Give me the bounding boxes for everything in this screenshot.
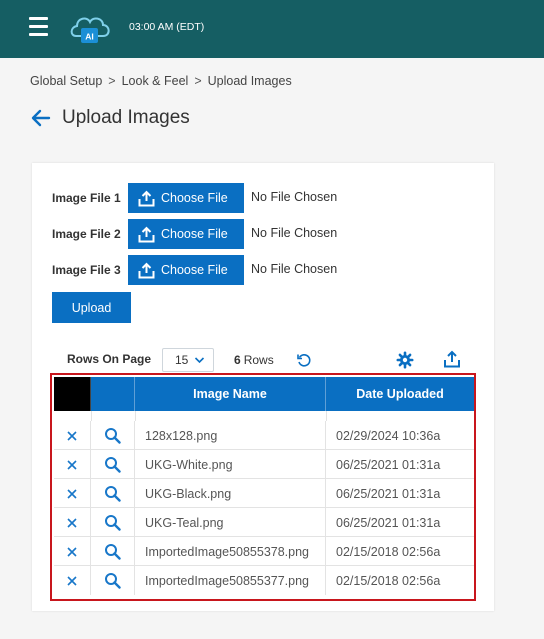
breadcrumb-item-upload-images: Upload Images bbox=[207, 74, 292, 88]
choose-file-label: Choose File bbox=[161, 263, 228, 277]
search-icon[interactable] bbox=[91, 537, 135, 566]
export-icon[interactable] bbox=[443, 350, 461, 372]
choose-file-button-1[interactable]: Choose File bbox=[128, 183, 244, 213]
search-icon[interactable] bbox=[91, 421, 135, 450]
column-header-image-name[interactable]: Image Name bbox=[135, 377, 326, 411]
rows-on-page-label: Rows On Page bbox=[67, 352, 152, 366]
search-icon[interactable] bbox=[91, 566, 135, 595]
choose-file-label: Choose File bbox=[161, 191, 228, 205]
image-name-cell: ImportedImage50855377.png bbox=[135, 566, 326, 595]
chevron-down-icon bbox=[194, 357, 205, 364]
table-row: UKG-Teal.png 06/25/2021 01:31a bbox=[54, 508, 474, 537]
table-row: ImportedImage50855377.png 02/15/2018 02:… bbox=[54, 566, 474, 595]
column-header-actions bbox=[91, 377, 135, 411]
column-header-select bbox=[54, 377, 91, 411]
row-count: 6 Rows bbox=[234, 353, 274, 367]
breadcrumb-separator: > bbox=[194, 74, 202, 88]
gear-icon[interactable] bbox=[396, 351, 414, 373]
delete-icon[interactable] bbox=[54, 421, 91, 450]
app-logo[interactable]: AI bbox=[68, 12, 112, 46]
breadcrumb-separator: > bbox=[108, 74, 116, 88]
file-status: No File Chosen bbox=[251, 262, 338, 276]
grid-body: 128x128.png 02/29/2024 10:36a UKG-White.… bbox=[54, 411, 474, 595]
logo-text: AI bbox=[85, 32, 94, 42]
breadcrumb-item-global-setup[interactable]: Global Setup bbox=[30, 74, 102, 88]
upload-icon bbox=[138, 262, 155, 278]
top-bar: AI 03:00 AM (EDT) bbox=[0, 0, 544, 58]
file-row-1: Image File 1 Choose File No File Chosen bbox=[52, 183, 472, 213]
choose-file-button-3[interactable]: Choose File bbox=[128, 255, 244, 285]
upload-button[interactable]: Upload bbox=[52, 292, 131, 323]
clock-display: 03:00 AM (EDT) bbox=[129, 21, 205, 33]
file-status: No File Chosen bbox=[251, 226, 338, 240]
breadcrumb-item-look-feel[interactable]: Look & Feel bbox=[122, 74, 189, 88]
image-name-cell: ImportedImage50855378.png bbox=[135, 537, 326, 566]
image-name-cell: UKG-White.png bbox=[135, 450, 326, 479]
search-icon[interactable] bbox=[91, 479, 135, 508]
search-icon[interactable] bbox=[91, 450, 135, 479]
page-title: Upload Images bbox=[62, 107, 190, 128]
hamburger-menu-icon[interactable] bbox=[29, 17, 48, 37]
delete-icon[interactable] bbox=[54, 566, 91, 595]
delete-icon[interactable] bbox=[54, 537, 91, 566]
table-row: UKG-Black.png 06/25/2021 01:31a bbox=[54, 479, 474, 508]
choose-file-button-2[interactable]: Choose File bbox=[128, 219, 244, 249]
date-uploaded-cell: 06/25/2021 01:31a bbox=[336, 515, 441, 530]
file-row-3: Image File 3 Choose File No File Chosen bbox=[52, 255, 472, 285]
delete-icon[interactable] bbox=[54, 479, 91, 508]
choose-file-label: Choose File bbox=[161, 227, 228, 241]
column-header-date-uploaded[interactable]: Date Uploaded bbox=[326, 377, 474, 411]
date-uploaded-cell: 02/15/2018 02:56a bbox=[336, 573, 441, 588]
file-label: Image File 1 bbox=[52, 191, 121, 205]
delete-icon[interactable] bbox=[54, 508, 91, 537]
upload-icon bbox=[138, 190, 155, 206]
date-uploaded-cell: 02/15/2018 02:56a bbox=[336, 544, 441, 559]
table-row: UKG-White.png 06/25/2021 01:31a bbox=[54, 450, 474, 479]
image-name-cell: 128x128.png bbox=[135, 421, 326, 450]
row-count-label: Rows bbox=[243, 353, 274, 367]
breadcrumb: Global Setup > Look & Feel > Upload Images bbox=[30, 74, 292, 88]
search-icon[interactable] bbox=[91, 508, 135, 537]
file-status: No File Chosen bbox=[251, 190, 338, 204]
date-uploaded-cell: 06/25/2021 01:31a bbox=[336, 486, 441, 501]
grid-header: Image Name Date Uploaded bbox=[54, 377, 474, 411]
file-label: Image File 2 bbox=[52, 227, 121, 241]
image-name-cell: UKG-Teal.png bbox=[135, 508, 326, 537]
date-uploaded-cell: 06/25/2021 01:31a bbox=[336, 457, 441, 472]
upload-icon bbox=[138, 226, 155, 242]
delete-icon[interactable] bbox=[54, 450, 91, 479]
rows-on-page-select[interactable]: 15 bbox=[162, 348, 214, 372]
refresh-icon[interactable] bbox=[296, 352, 312, 372]
back-arrow-icon[interactable] bbox=[31, 108, 51, 128]
row-count-value: 6 bbox=[234, 353, 241, 367]
table-row: 128x128.png 02/29/2024 10:36a bbox=[54, 421, 474, 450]
file-label: Image File 3 bbox=[52, 263, 121, 277]
date-uploaded-cell: 02/29/2024 10:36a bbox=[336, 428, 441, 443]
file-row-2: Image File 2 Choose File No File Chosen bbox=[52, 219, 472, 249]
table-row: ImportedImage50855378.png 02/15/2018 02:… bbox=[54, 537, 474, 566]
rows-on-page-value: 15 bbox=[175, 353, 189, 367]
image-name-cell: UKG-Black.png bbox=[135, 479, 326, 508]
images-grid: Image Name Date Uploaded 128x128.png 02/… bbox=[50, 373, 476, 601]
